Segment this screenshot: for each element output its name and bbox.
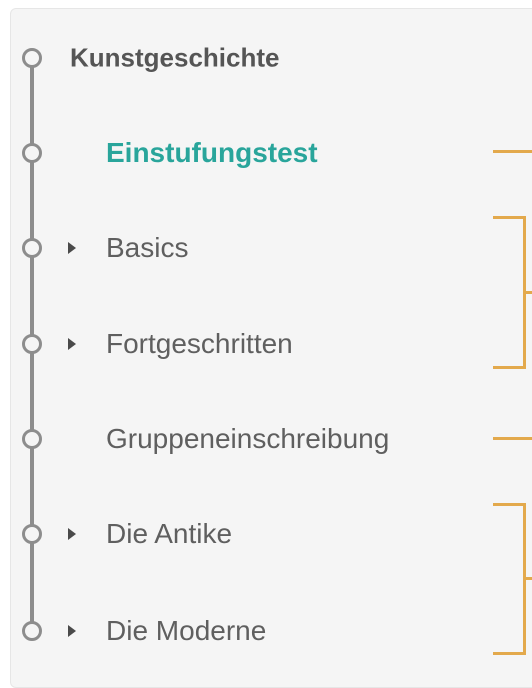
group-bracket-tick	[526, 577, 532, 580]
outline-item-fortgeschritten[interactable]: Fortgeschritten	[0, 316, 460, 372]
timeline-node-icon[interactable]	[22, 334, 42, 354]
outline-item-label[interactable]: Die Antike	[106, 518, 232, 550]
timeline-node-icon[interactable]	[22, 524, 42, 544]
course-root-item[interactable]: Kunstgeschichte	[0, 30, 460, 86]
outline-item-label[interactable]: Fortgeschritten	[106, 328, 293, 360]
group-bracket-basics-fortgeschritten	[493, 216, 526, 369]
group-bracket-antike-moderne	[493, 503, 526, 655]
group-bracket-tick	[526, 291, 532, 294]
outline-item-label[interactable]: Die Moderne	[106, 615, 266, 647]
outline-item-label[interactable]: Basics	[106, 232, 188, 264]
outline-item-basics[interactable]: Basics	[0, 220, 460, 276]
outline-item-einstufungstest[interactable]: Einstufungstest	[0, 125, 460, 181]
timeline-node-icon[interactable]	[22, 621, 42, 641]
caret-right-icon[interactable]	[68, 338, 76, 350]
timeline-node-icon[interactable]	[22, 143, 42, 163]
timeline-node-icon[interactable]	[22, 429, 42, 449]
group-marker-single	[493, 150, 532, 153]
caret-right-icon[interactable]	[68, 242, 76, 254]
outline-item-die-moderne[interactable]: Die Moderne	[0, 603, 460, 659]
caret-right-icon[interactable]	[68, 625, 76, 637]
outline-item-die-antike[interactable]: Die Antike	[0, 506, 460, 562]
caret-right-icon[interactable]	[68, 528, 76, 540]
outline-item-gruppeneinschreibung[interactable]: Gruppeneinschreibung	[0, 411, 460, 467]
course-title[interactable]: Kunstgeschichte	[70, 43, 280, 74]
outline-item-label[interactable]: Gruppeneinschreibung	[106, 423, 389, 455]
timeline-node-icon[interactable]	[22, 238, 42, 258]
timeline-node-icon[interactable]	[22, 48, 42, 68]
group-marker-single	[493, 437, 532, 440]
outline-item-label[interactable]: Einstufungstest	[106, 137, 318, 169]
